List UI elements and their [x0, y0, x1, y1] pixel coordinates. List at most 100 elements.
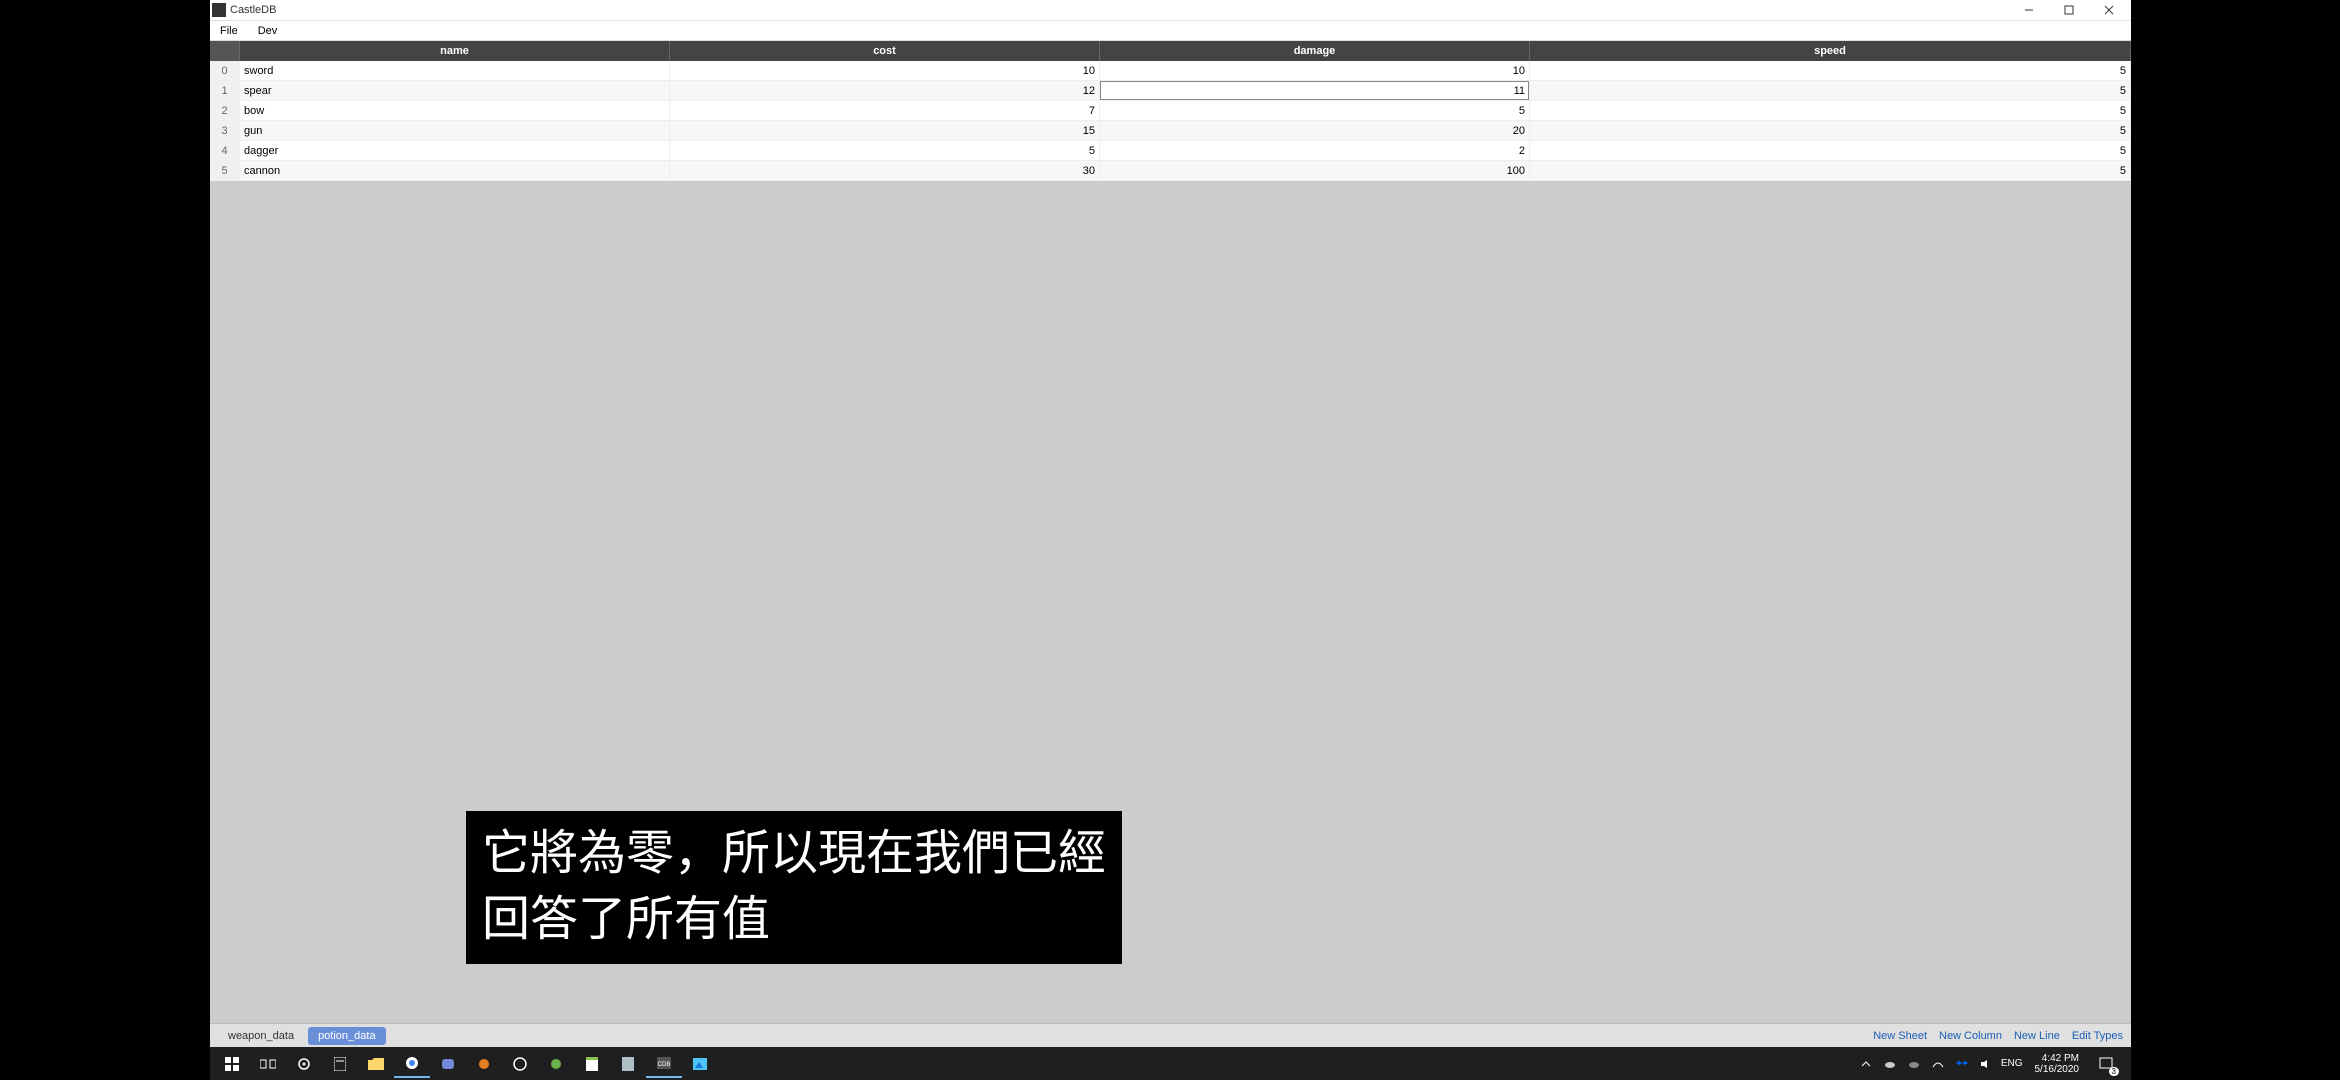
cloud-icon [1884, 1058, 1896, 1070]
calculator-taskbar-button[interactable] [322, 1050, 358, 1078]
bottom-bar: weapon_datapotion_data New Sheet New Col… [210, 1023, 2131, 1047]
column-header-cost[interactable]: cost [670, 41, 1100, 61]
column-header-name[interactable]: name [240, 41, 670, 61]
new-line-link[interactable]: New Line [2014, 1030, 2060, 1042]
system-tray: ENG 4:42 PM 5/16/2020 3 [1857, 1050, 2127, 1078]
language-indicator[interactable]: ENG [2001, 1058, 2023, 1069]
name-cell[interactable]: gun [240, 121, 670, 140]
sheet-tab[interactable]: potion_data [308, 1027, 386, 1045]
column-header-index[interactable] [210, 41, 240, 61]
clock[interactable]: 4:42 PM 5/16/2020 [2029, 1053, 2086, 1075]
speed-cell[interactable]: 5 [1530, 61, 2131, 80]
start-button[interactable] [214, 1050, 250, 1078]
dropbox-icon [1956, 1059, 1968, 1069]
chrome-taskbar-button[interactable] [394, 1050, 430, 1078]
cost-cell[interactable]: 5 [670, 141, 1100, 160]
chrome-icon [405, 1056, 419, 1070]
close-button[interactable] [2089, 0, 2129, 20]
column-header-speed[interactable]: speed [1530, 41, 2131, 61]
file-explorer-taskbar-button[interactable] [358, 1050, 394, 1078]
table-row[interactable]: 1spear12115 [210, 81, 2131, 101]
edit-types-link[interactable]: Edit Types [2072, 1030, 2123, 1042]
table-row[interactable]: 5cannon301005 [210, 161, 2131, 181]
table-row[interactable]: 4dagger525 [210, 141, 2131, 161]
circle-app-icon [513, 1057, 527, 1071]
tray-dropbox-icon[interactable] [1953, 1055, 1971, 1073]
gear-icon [297, 1057, 311, 1071]
subtitle-overlay: 它將為零，所以現在我們已經 回答了所有值 [466, 811, 1122, 964]
onedrive-icon [1908, 1059, 1920, 1069]
app-title: CastleDB [230, 4, 2009, 16]
minimize-button[interactable] [2009, 0, 2049, 20]
title-bar: CastleDB [210, 0, 2131, 21]
column-header-damage[interactable]: damage [1100, 41, 1530, 61]
notifications-button[interactable]: 3 [2091, 1050, 2121, 1078]
row-index-cell[interactable]: 2 [210, 101, 240, 120]
windows-icon [225, 1057, 239, 1071]
table-body: 0sword101051spear121152bow7553gun152054d… [210, 61, 2131, 181]
app-taskbar-button-3[interactable] [538, 1050, 574, 1078]
generic-app-icon [478, 1058, 490, 1070]
sheet-tab[interactable]: weapon_data [218, 1027, 304, 1045]
notification-badge: 3 [2109, 1067, 2119, 1076]
taskbar: CDB ENG 4:42 PM 5/16/2020 3 [210, 1047, 2131, 1080]
subtitle-line-1: 它將為零，所以現在我們已經 [482, 823, 1106, 885]
doc-icon [622, 1057, 634, 1071]
row-index-cell[interactable]: 0 [210, 61, 240, 80]
castledb-taskbar-button[interactable]: CDB [646, 1050, 682, 1078]
row-index-cell[interactable]: 3 [210, 121, 240, 140]
maximize-button[interactable] [2049, 0, 2089, 20]
row-index-cell[interactable]: 4 [210, 141, 240, 160]
notepad-taskbar-button[interactable] [574, 1050, 610, 1078]
table-header-row: name cost damage speed [210, 41, 2131, 61]
name-cell[interactable]: spear [240, 81, 670, 100]
tray-volume-icon[interactable] [1977, 1055, 1995, 1073]
damage-cell[interactable]: 20 [1100, 121, 1530, 140]
folder-icon [368, 1058, 384, 1070]
name-cell[interactable]: cannon [240, 161, 670, 180]
tray-network-icon[interactable] [1929, 1055, 1947, 1073]
damage-cell[interactable]: 5 [1100, 101, 1530, 120]
tray-weather-icon[interactable] [1881, 1055, 1899, 1073]
name-cell[interactable]: bow [240, 101, 670, 120]
table-row[interactable]: 2bow755 [210, 101, 2131, 121]
settings-taskbar-button[interactable] [286, 1050, 322, 1078]
image-taskbar-button[interactable] [682, 1050, 718, 1078]
menu-bar: File Dev [210, 21, 2131, 41]
cost-cell[interactable]: 7 [670, 101, 1100, 120]
task-view-button[interactable] [250, 1050, 286, 1078]
cost-cell[interactable]: 12 [670, 81, 1100, 100]
name-cell[interactable]: sword [240, 61, 670, 80]
name-cell[interactable]: dagger [240, 141, 670, 160]
notepad-icon [586, 1057, 598, 1071]
maximize-icon [2064, 5, 2074, 15]
speed-cell[interactable]: 5 [1530, 101, 2131, 120]
tray-chevron-up-icon[interactable] [1857, 1055, 1875, 1073]
speed-cell[interactable]: 5 [1530, 81, 2131, 100]
tray-onedrive-icon[interactable] [1905, 1055, 1923, 1073]
damage-cell[interactable]: 2 [1100, 141, 1530, 160]
cost-cell[interactable]: 15 [670, 121, 1100, 140]
table-row[interactable]: 0sword10105 [210, 61, 2131, 81]
cost-cell[interactable]: 30 [670, 161, 1100, 180]
row-index-cell[interactable]: 5 [210, 161, 240, 180]
damage-cell[interactable]: 11 [1100, 81, 1530, 100]
table-row[interactable]: 3gun15205 [210, 121, 2131, 141]
image-icon [693, 1058, 707, 1070]
cost-cell[interactable]: 10 [670, 61, 1100, 80]
speed-cell[interactable]: 5 [1530, 121, 2131, 140]
row-index-cell[interactable]: 1 [210, 81, 240, 100]
speed-cell[interactable]: 5 [1530, 161, 2131, 180]
app-taskbar-button-2[interactable] [502, 1050, 538, 1078]
app-taskbar-button-4[interactable] [610, 1050, 646, 1078]
discord-taskbar-button[interactable] [430, 1050, 466, 1078]
new-sheet-link[interactable]: New Sheet [1873, 1030, 1927, 1042]
menu-dev[interactable]: Dev [252, 23, 284, 39]
clock-time: 4:42 PM [2035, 1053, 2080, 1064]
damage-cell[interactable]: 10 [1100, 61, 1530, 80]
new-column-link[interactable]: New Column [1939, 1030, 2002, 1042]
damage-cell[interactable]: 100 [1100, 161, 1530, 180]
menu-file[interactable]: File [214, 23, 244, 39]
app-taskbar-button-1[interactable] [466, 1050, 502, 1078]
speed-cell[interactable]: 5 [1530, 141, 2131, 160]
